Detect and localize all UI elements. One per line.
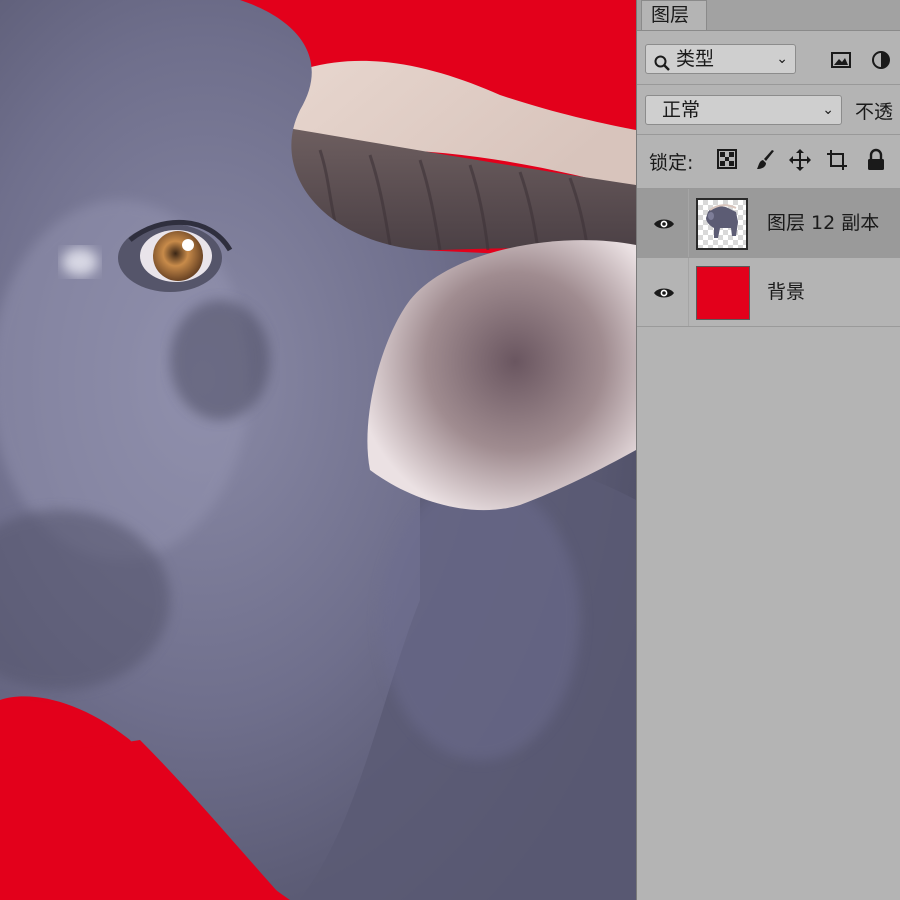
document-canvas[interactable] [0, 0, 636, 900]
divider [637, 134, 900, 135]
lock-artboard-icon[interactable] [825, 148, 849, 172]
eye-icon[interactable] [653, 285, 675, 299]
lock-transparent-pixels-icon[interactable] [717, 149, 737, 169]
buffalo-artwork [0, 0, 636, 900]
search-icon [654, 51, 670, 71]
adjustment-filter-icon[interactable] [869, 48, 893, 72]
image-filter-icon[interactable] [829, 48, 853, 72]
eye-icon[interactable] [653, 216, 675, 230]
layer-thumbnail [696, 198, 748, 250]
buffalo-thumbnail-image [706, 204, 738, 238]
tab-layers[interactable]: 图层 [641, 0, 707, 30]
chevron-down-icon: ⌄ [822, 102, 834, 118]
chevron-down-icon: ⌄ [776, 51, 788, 67]
blend-mode-dropdown[interactable]: 正常 ⌄ [645, 95, 842, 125]
layer-row[interactable]: 图层 12 副本 [637, 189, 900, 258]
opacity-label: 不透 [855, 101, 894, 123]
lock-label: 锁定: [649, 152, 694, 174]
layer-name[interactable]: 图层 12 副本 [767, 189, 879, 258]
layer-filter-dropdown[interactable]: 类型 ⌄ [645, 44, 796, 74]
layer-name[interactable]: 背景 [767, 258, 805, 327]
lock-position-icon[interactable] [788, 148, 812, 172]
layer-filter-value: 类型 [676, 48, 715, 70]
divider [637, 84, 900, 85]
lock-image-pixels-icon[interactable] [754, 148, 778, 172]
layers-panel: 图层 类型 ⌄ 正常 ⌄ 不透 锁定: 图层 12 副本 背景 [636, 0, 900, 900]
blend-mode-value: 正常 [662, 99, 701, 121]
layer-thumbnail [696, 266, 750, 320]
panel-tab-bar: 图层 [637, 0, 900, 31]
layer-row[interactable]: 背景 [637, 258, 900, 327]
lock-all-icon[interactable] [864, 148, 888, 172]
